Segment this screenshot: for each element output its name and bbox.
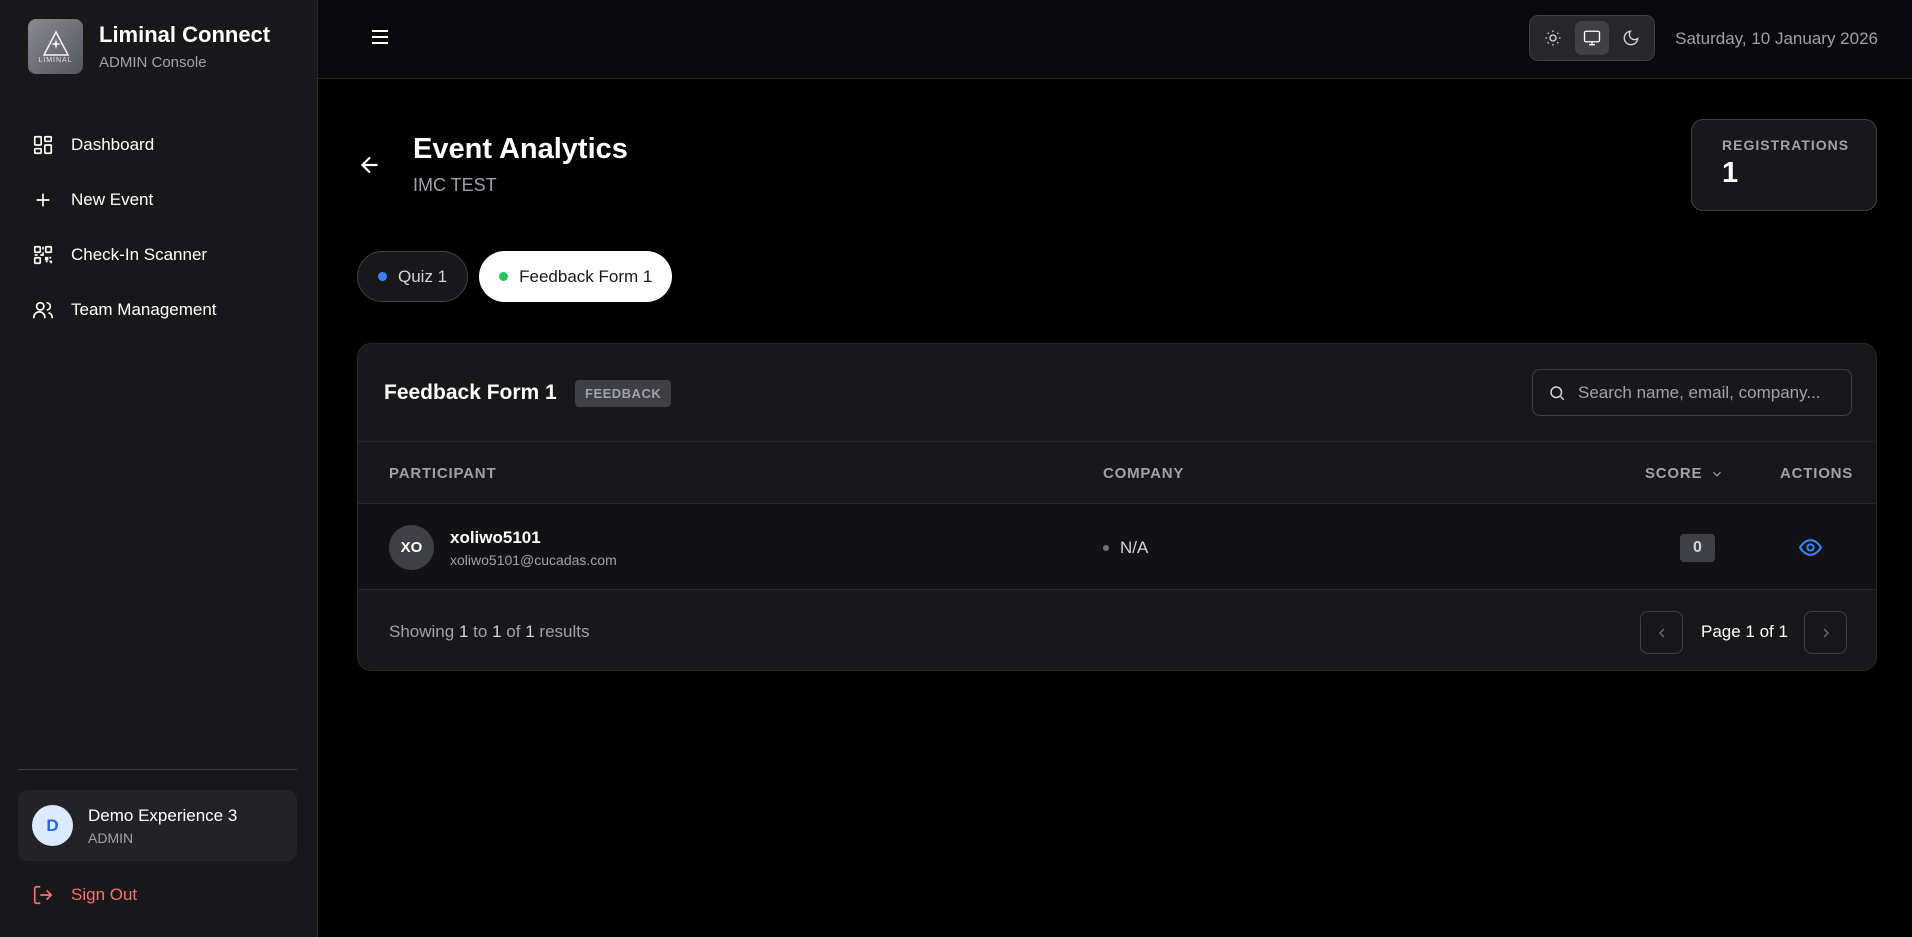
column-header-participant: PARTICIPANT	[389, 465, 497, 482]
avatar: D	[32, 805, 73, 846]
participant-company: N/A	[1103, 538, 1148, 558]
form-type-badge: FEEDBACK	[575, 380, 672, 407]
plus-icon	[36, 193, 50, 206]
results-to: 1	[492, 622, 502, 641]
sign-out-label: Sign Out	[71, 885, 138, 904]
user-name: Demo Experience 3	[88, 805, 238, 825]
sidebar-item-check-in-scanner[interactable]: Check-In Scanner	[18, 227, 298, 282]
tab-feedback-form-1[interactable]: Feedback Form 1	[479, 251, 673, 302]
search-icon	[1550, 385, 1565, 400]
column-header-company: COMPANY	[1103, 465, 1185, 482]
next-page-button[interactable]	[1804, 611, 1847, 654]
view-response-button[interactable]	[1798, 535, 1823, 560]
card-header: Feedback Form 1 FEEDBACK	[358, 344, 1876, 442]
score-header-label: SCORE	[1645, 465, 1703, 482]
search-input[interactable]	[1578, 382, 1838, 403]
column-header-score[interactable]: SCORE	[1645, 465, 1724, 482]
registrations-stat-card: REGISTRATIONS 1	[1691, 119, 1877, 211]
sidebar-item-label: Team Management	[71, 299, 217, 319]
arrow-left-icon	[360, 156, 378, 174]
logo-text: LIMINAL	[38, 57, 73, 64]
previous-page-button[interactable]	[1640, 611, 1683, 654]
tab-quiz-1[interactable]: Quiz 1	[357, 251, 469, 302]
page-title: Event Analytics	[413, 133, 628, 165]
app-subtitle: ADMIN Console	[99, 53, 207, 71]
results-prefix: Showing	[389, 622, 455, 641]
sidebar-item-dashboard[interactable]: Dashboard	[18, 117, 298, 172]
menu-toggle-button[interactable]	[368, 25, 392, 49]
back-button[interactable]	[357, 152, 383, 178]
users-icon	[33, 301, 53, 318]
theme-dark-button[interactable]	[1614, 21, 1648, 55]
hamburger-menu-icon	[372, 30, 388, 44]
eye-icon	[1798, 539, 1823, 556]
column-header-actions: ACTIONS	[1780, 465, 1854, 482]
score-badge: 0	[1680, 534, 1715, 562]
table-footer: Showing 1 to 1 of 1 results Page 1 of 1	[358, 590, 1876, 670]
results-to-word: to	[473, 622, 488, 641]
top-bar: Saturday, 10 January 2026	[318, 0, 1912, 79]
theme-light-button[interactable]	[1536, 21, 1570, 55]
sidebar-item-label: Dashboard	[71, 134, 155, 154]
table-row[interactable]: XO xoliwo5101 xoliwo5101@cucadas.com N/A…	[358, 504, 1876, 590]
chevron-right-icon	[1823, 628, 1829, 637]
moon-icon	[1623, 30, 1639, 46]
theme-switcher	[1529, 15, 1655, 61]
tab-label: Feedback Form 1	[519, 266, 653, 286]
results-total: 1	[525, 622, 535, 641]
sidebar-item-new-event[interactable]: New Event	[18, 172, 298, 227]
sidebar-divider	[18, 769, 297, 770]
sidebar: LIMINAL Liminal Connect ADMIN Console Da…	[0, 0, 318, 937]
tab-label: Quiz 1	[398, 266, 448, 286]
sidebar-nav: Dashboard New Event Check-In Scanner Tea…	[18, 117, 298, 337]
registrations-value: 1	[1722, 157, 1739, 189]
results-suffix: results	[539, 622, 590, 641]
chevron-left-icon	[1658, 628, 1664, 637]
form-tabs: Quiz 1 Feedback Form 1	[357, 251, 683, 302]
page-subtitle: IMC TEST	[413, 175, 497, 195]
page-indicator: Page 1 of 1	[1701, 622, 1788, 641]
logo-triangle-icon	[42, 30, 69, 56]
results-of-word: of	[506, 622, 521, 641]
app-title: Liminal Connect	[99, 22, 271, 48]
table-header: PARTICIPANT COMPANY SCORE ACTIONS	[358, 442, 1876, 504]
results-summary: Showing 1 to 1 of 1 results	[389, 622, 589, 642]
sun-icon	[1545, 30, 1561, 46]
user-profile-card[interactable]: D Demo Experience 3 ADMIN	[18, 790, 297, 861]
participant-avatar: XO	[389, 525, 434, 570]
participant-email: xoliwo5101@cucadas.com	[450, 552, 617, 568]
sign-out-button[interactable]: Sign Out	[32, 884, 137, 906]
registrations-label: REGISTRATIONS	[1722, 137, 1850, 153]
status-dot	[378, 272, 387, 281]
results-from: 1	[458, 622, 469, 641]
participant-name: xoliwo5101	[450, 528, 541, 547]
sidebar-item-label: Check-In Scanner	[71, 244, 208, 264]
status-dot	[499, 272, 509, 281]
current-date: Saturday, 10 January 2026	[1675, 29, 1878, 48]
theme-system-button[interactable]	[1574, 21, 1609, 55]
monitor-icon	[1583, 30, 1601, 46]
sidebar-item-team-management[interactable]: Team Management	[18, 282, 298, 337]
logout-icon	[33, 885, 53, 905]
dashboard-icon	[33, 135, 53, 154]
brand[interactable]: LIMINAL Liminal Connect ADMIN Console	[28, 19, 270, 74]
app-logo: LIMINAL	[28, 19, 83, 74]
responses-card: Feedback Form 1 FEEDBACK PARTICIPANT COM…	[357, 343, 1877, 671]
sidebar-item-label: New Event	[71, 189, 154, 209]
card-title: Feedback Form 1	[384, 381, 557, 404]
company-value: N/A	[1120, 538, 1149, 557]
chevron-down-icon	[1713, 471, 1722, 477]
search-box	[1532, 369, 1852, 416]
qr-code-icon	[33, 245, 53, 264]
company-dot	[1103, 545, 1109, 551]
user-role: ADMIN	[88, 829, 134, 846]
